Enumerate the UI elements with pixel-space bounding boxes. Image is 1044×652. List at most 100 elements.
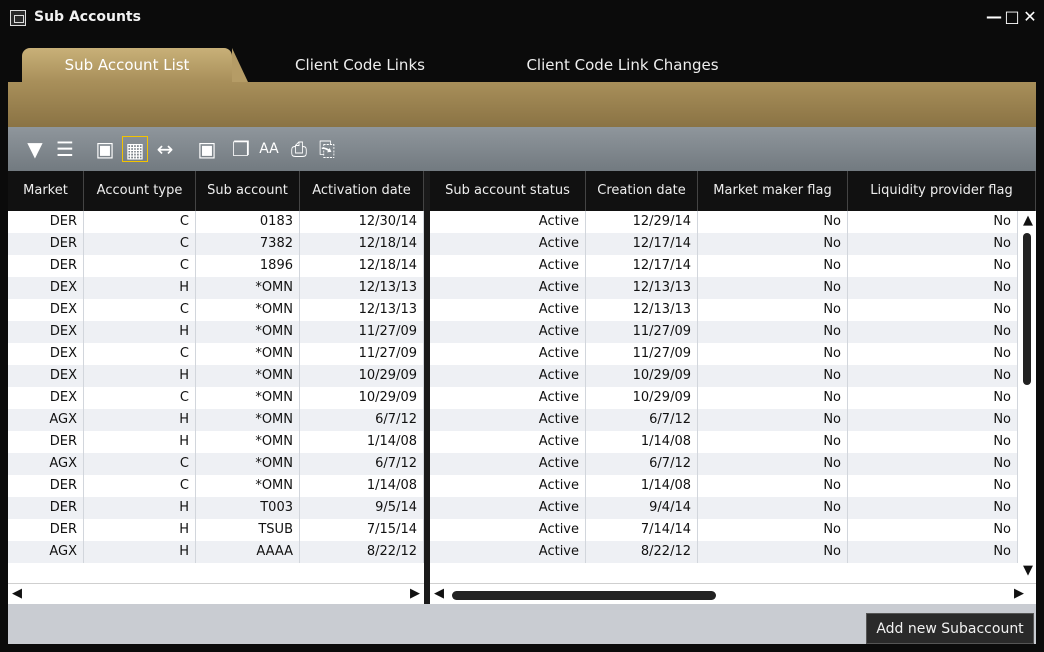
column-header-creation-date[interactable]: Creation date xyxy=(586,171,698,211)
tab-sub-account-list[interactable]: Sub Account List xyxy=(22,48,248,82)
right-horizontal-scrollbar[interactable]: ◀ ▶ xyxy=(430,583,1036,604)
save-icon[interactable]: ▣ xyxy=(92,136,118,162)
cell-sub-account: 0183 xyxy=(196,211,300,233)
cell-liquidity-provider-flag: No xyxy=(848,519,1018,541)
cell-market: DER xyxy=(8,475,84,497)
table-row[interactable]: DER C 0183 12/30/14 Active 12/29/14 No No xyxy=(8,211,1036,233)
cell-creation-date: 1/14/08 xyxy=(586,475,698,497)
copy-all-icon[interactable]: ❐ xyxy=(228,136,254,162)
vertical-scroll-thumb[interactable] xyxy=(1023,233,1031,385)
scroll-left-icon[interactable]: ◀ xyxy=(434,584,444,604)
font-size-icon[interactable]: AA xyxy=(256,136,282,162)
column-header-account-type[interactable]: Account type xyxy=(84,171,196,211)
cell-activation-date: 12/13/13 xyxy=(300,277,424,299)
cell-market-maker-flag: No xyxy=(698,343,848,365)
cell-market: AGX xyxy=(8,409,84,431)
cell-creation-date: 12/13/13 xyxy=(586,299,698,321)
table-row[interactable]: DEX H *OMN 12/13/13 Active 12/13/13 No No xyxy=(8,277,1036,299)
cell-sub-account: *OMN xyxy=(196,365,300,387)
app-icon xyxy=(10,10,26,26)
cell-sub-account-status: Active xyxy=(430,343,586,365)
cell-sub-account: *OMN xyxy=(196,475,300,497)
cell-creation-date: 1/14/08 xyxy=(586,431,698,453)
tab-client-code-link-changes[interactable]: Client Code Link Changes xyxy=(505,48,740,82)
table-row[interactable]: DER C 7382 12/18/14 Active 12/17/14 No No xyxy=(8,233,1036,255)
table-row[interactable]: DEX H *OMN 10/29/09 Active 10/29/09 No No xyxy=(8,365,1036,387)
cell-market-maker-flag: No xyxy=(698,541,848,563)
print-icon[interactable]: ⎙ xyxy=(286,136,312,162)
column-header-sub-account-status[interactable]: Sub account status xyxy=(430,171,586,211)
table-row[interactable]: DER H TSUB 7/15/14 Active 7/14/14 No No xyxy=(8,519,1036,541)
sub-accounts-window: Sub Accounts — □ ✕ Sub Account List Clie… xyxy=(0,0,1044,652)
table-row[interactable]: DEX C *OMN 10/29/09 Active 10/29/09 No No xyxy=(8,387,1036,409)
column-header-activation-date[interactable]: Activation date xyxy=(300,171,424,211)
cell-sub-account: *OMN xyxy=(196,343,300,365)
cell-sub-account-status: Active xyxy=(430,475,586,497)
close-icon[interactable]: ✕ xyxy=(1021,6,1039,28)
column-header-liquidity-provider-flag[interactable]: Liquidity provider flag xyxy=(848,171,1036,211)
cell-market: DEX xyxy=(8,299,84,321)
cell-account-type: C xyxy=(84,343,196,365)
cell-market-maker-flag: No xyxy=(698,519,848,541)
cell-creation-date: 10/29/09 xyxy=(586,365,698,387)
cell-activation-date: 10/29/09 xyxy=(300,365,424,387)
footer-bar: Add new Subaccount xyxy=(8,604,1036,644)
cell-account-type: H xyxy=(84,365,196,387)
scroll-right-icon[interactable]: ▶ xyxy=(1014,584,1024,604)
cell-liquidity-provider-flag: No xyxy=(848,475,1018,497)
cell-liquidity-provider-flag: No xyxy=(848,255,1018,277)
cell-liquidity-provider-flag: No xyxy=(848,387,1018,409)
cell-liquidity-provider-flag: No xyxy=(848,497,1018,519)
table-row[interactable]: DEX C *OMN 11/27/09 Active 11/27/09 No No xyxy=(8,343,1036,365)
cell-market-maker-flag: No xyxy=(698,409,848,431)
minimize-icon[interactable]: — xyxy=(985,6,1003,28)
fit-width-icon[interactable]: ↔ xyxy=(152,136,178,162)
column-header-market[interactable]: Market xyxy=(8,171,84,211)
table-row[interactable]: DER C *OMN 1/14/08 Active 1/14/08 No No xyxy=(8,475,1036,497)
export-icon[interactable]: ⎘ xyxy=(314,136,340,162)
grid-header: Market Account type Sub account Activati… xyxy=(8,171,1036,211)
columns-icon[interactable]: ▦ xyxy=(122,136,148,162)
table-row[interactable]: DER C 1896 12/18/14 Active 12/17/14 No No xyxy=(8,255,1036,277)
table-row[interactable]: DER H T003 9/5/14 Active 9/4/14 No No xyxy=(8,497,1036,519)
table-row[interactable]: AGX C *OMN 6/7/12 Active 6/7/12 No No xyxy=(8,453,1036,475)
cell-creation-date: 12/13/13 xyxy=(586,277,698,299)
cell-sub-account: AAAA xyxy=(196,541,300,563)
column-header-sub-account[interactable]: Sub account xyxy=(196,171,300,211)
scroll-down-icon[interactable]: ▼ xyxy=(1023,561,1033,581)
cell-market-maker-flag: No xyxy=(698,453,848,475)
tab-client-code-links[interactable]: Client Code Links xyxy=(270,48,450,82)
cell-account-type: C xyxy=(84,255,196,277)
table-row[interactable]: AGX H *OMN 6/7/12 Active 6/7/12 No No xyxy=(8,409,1036,431)
table-row[interactable]: AGX H AAAA 8/22/12 Active 8/22/12 No No xyxy=(8,541,1036,563)
cell-creation-date: 10/29/09 xyxy=(586,387,698,409)
column-header-market-maker-flag[interactable]: Market maker flag xyxy=(698,171,848,211)
cell-creation-date: 6/7/12 xyxy=(586,409,698,431)
scroll-left-icon[interactable]: ◀ xyxy=(12,584,22,604)
add-new-subaccount-button[interactable]: Add new Subaccount xyxy=(866,613,1034,644)
cell-account-type: H xyxy=(84,519,196,541)
grid-rows: DER C 0183 12/30/14 Active 12/29/14 No No DER C 73… xyxy=(8,211,1036,583)
table-row[interactable]: DEX H *OMN 11/27/09 Active 11/27/09 No No xyxy=(8,321,1036,343)
maximize-icon[interactable]: □ xyxy=(1003,6,1021,28)
cell-activation-date: 12/13/13 xyxy=(300,299,424,321)
table-row[interactable]: DEX C *OMN 12/13/13 Active 12/13/13 No No xyxy=(8,299,1036,321)
left-horizontal-scrollbar[interactable]: ◀ ▶ xyxy=(8,583,424,604)
copy-icon[interactable]: ▣ xyxy=(194,136,220,162)
cell-creation-date: 12/29/14 xyxy=(586,211,698,233)
cell-sub-account: 7382 xyxy=(196,233,300,255)
filter-icon[interactable]: ▼ xyxy=(22,136,48,162)
cell-account-type: C xyxy=(84,299,196,321)
vertical-scrollbar[interactable]: ▲ ▼ xyxy=(1018,211,1036,583)
cell-market: AGX xyxy=(8,541,84,563)
list-icon[interactable]: ☰ xyxy=(52,136,78,162)
cell-liquidity-provider-flag: No xyxy=(848,321,1018,343)
cell-sub-account-status: Active xyxy=(430,277,586,299)
cell-activation-date: 11/27/09 xyxy=(300,321,424,343)
table-row[interactable]: DER H *OMN 1/14/08 Active 1/14/08 No No xyxy=(8,431,1036,453)
scroll-up-icon[interactable]: ▲ xyxy=(1023,211,1033,231)
scroll-right-icon[interactable]: ▶ xyxy=(410,584,420,604)
cell-market-maker-flag: No xyxy=(698,211,848,233)
horizontal-scroll-thumb[interactable] xyxy=(452,591,716,600)
pane-splitter[interactable] xyxy=(424,171,430,604)
